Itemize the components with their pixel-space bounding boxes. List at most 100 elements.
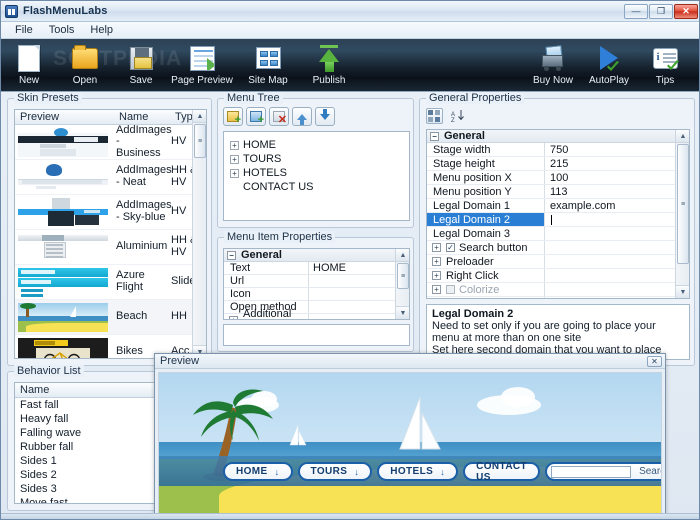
site-map-button[interactable]: Site Map [235,39,301,86]
expander-icon[interactable]: + [230,168,239,178]
property-row-stage-width[interactable]: Stage width 750 [427,143,689,157]
scroll-down-button[interactable]: ▼ [676,285,689,298]
property-row-additional-image[interactable]: + Additional image [224,308,409,319]
delete-page-icon[interactable]: ✕ [269,107,289,126]
scroll-down-button[interactable]: ▼ [396,306,409,319]
property-value[interactable] [545,255,689,268]
property-value[interactable]: HOME [309,262,409,274]
save-button[interactable]: Save [113,39,169,86]
property-category-general[interactable]: − General [224,249,409,262]
property-value[interactable] [309,288,409,300]
scroll-up-button[interactable]: ▲ [193,110,206,123]
preview-menu-home[interactable]: HOME ↓ [223,462,293,481]
property-value[interactable]: 100 [545,171,689,184]
expand-icon[interactable]: + [432,285,441,294]
property-value[interactable] [309,301,409,313]
property-value[interactable] [545,269,689,282]
expand-icon[interactable]: + [229,315,238,319]
property-value[interactable] [545,283,689,296]
property-value[interactable] [309,314,409,319]
scroll-up-button[interactable]: ▲ [396,249,409,262]
property-row-legal-domain-3[interactable]: Legal Domain 3 [427,227,689,241]
search-input[interactable] [551,465,632,478]
arrow-up-icon[interactable] [292,107,312,126]
property-row-legal-domain-1[interactable]: Legal Domain 1 example.com [427,199,689,213]
scroll-thumb[interactable]: ≡ [677,144,689,264]
property-category-general[interactable]: − General [427,130,689,143]
buy-now-button[interactable]: Buy Now [525,39,581,86]
skin-list-scrollbar[interactable]: ▲ ≡ ▼ [192,110,206,358]
menu-file[interactable]: File [7,23,41,37]
property-row-icon[interactable]: Icon [224,288,409,301]
open-button[interactable]: Open [57,39,113,86]
table-row[interactable]: AddImages - Business HV [15,124,206,160]
property-row-url[interactable]: Url [224,275,409,288]
property-value[interactable] [309,275,409,287]
page-preview-button[interactable]: Page Preview [169,39,235,86]
preview-menu-tours[interactable]: TOURS ↓ [297,462,373,481]
legal-domain-2-input[interactable] [545,213,689,226]
preview-search-box[interactable]: Search [545,462,661,481]
collapse-icon[interactable]: − [227,250,236,260]
general-grid-scrollbar[interactable]: ▲ ≡ ▼ [675,130,689,298]
property-row-colorize[interactable]: + Colorize [427,283,689,297]
new-button[interactable]: New [1,39,57,86]
scroll-thumb[interactable]: ≡ [194,124,206,158]
sort-az-icon[interactable]: A Z [449,108,466,124]
minimize-button[interactable]: — [624,3,648,19]
table-row[interactable]: Azure Flight Slide [15,265,206,300]
scroll-up-button[interactable]: ▲ [676,130,689,143]
arrow-down-icon[interactable] [315,107,335,126]
menu-tools[interactable]: Tools [41,23,83,37]
table-row[interactable]: Beach HH [15,300,206,335]
property-value[interactable]: 750 [545,143,689,156]
close-button[interactable]: ✕ [674,3,698,19]
property-row-stage-height[interactable]: Stage height 215 [427,157,689,171]
property-row-font[interactable]: + Font [427,297,689,298]
preview-menu-hotels[interactable]: HOTELS ↓ [377,462,459,481]
property-value[interactable] [545,227,689,240]
collapse-icon[interactable]: − [430,131,439,141]
menu-tree-view[interactable]: + HOME + TOURS + HOTELS CONTACT US [223,131,410,221]
preview-close-button[interactable]: ✕ [647,355,662,367]
table-row[interactable]: AddImages - Sky-blue HV [15,195,206,230]
property-row-legal-domain-2[interactable]: Legal Domain 2 [427,213,689,227]
property-row-menu-position-y[interactable]: Menu position Y 113 [427,185,689,199]
menu-help[interactable]: Help [82,23,121,37]
skin-presets-list[interactable]: Preview Name Type AddImages - Business H… [14,109,207,359]
property-value[interactable] [545,241,689,254]
table-row[interactable]: AddImages - Neat HH & HV [15,160,206,195]
property-row-text[interactable]: Text HOME [224,262,409,275]
property-row-preloader[interactable]: + Preloader [427,255,689,269]
expand-icon[interactable]: + [432,243,441,252]
scroll-thumb[interactable]: ≡ [397,263,409,289]
tips-button[interactable]: i Tips [637,39,693,86]
maximize-button[interactable]: ❐ [649,3,673,19]
tree-node-home[interactable]: + HOME [224,138,409,152]
checkbox-checked-icon[interactable]: ✓ [446,243,455,252]
tree-node-tours[interactable]: + TOURS [224,152,409,166]
add-page-icon[interactable]: + [223,107,243,126]
property-value[interactable]: 215 [545,157,689,170]
general-properties-grid[interactable]: − General Stage width 750 Stage height 2… [426,129,690,299]
expander-icon[interactable]: + [230,154,239,164]
expand-icon[interactable]: + [432,257,441,266]
menu-item-grid-scrollbar[interactable]: ▲ ≡ ▼ [395,249,409,319]
table-row[interactable]: Aluminium HH & HV [15,230,206,265]
categorized-icon[interactable] [426,108,443,124]
property-row-right-click[interactable]: + Right Click [427,269,689,283]
property-value[interactable] [545,297,689,298]
tree-node-contact-us[interactable]: CONTACT US [224,180,409,194]
property-row-search-button[interactable]: + ✓ Search button [427,241,689,255]
checkbox-unchecked-icon[interactable] [446,285,455,294]
publish-button[interactable]: Publish [301,39,357,86]
expander-icon[interactable]: + [230,140,239,150]
property-value[interactable]: example.com [545,199,689,212]
menu-item-properties-grid[interactable]: − General Text HOME Url Icon Open method [223,248,410,320]
add-subpage-icon[interactable]: + [246,107,266,126]
autoplay-button[interactable]: AutoPlay [581,39,637,86]
property-value[interactable]: 113 [545,185,689,198]
preview-menu-contact-us[interactable]: CONTACT US [463,461,541,483]
expand-icon[interactable]: + [432,271,441,280]
tree-node-hotels[interactable]: + HOTELS [224,166,409,180]
